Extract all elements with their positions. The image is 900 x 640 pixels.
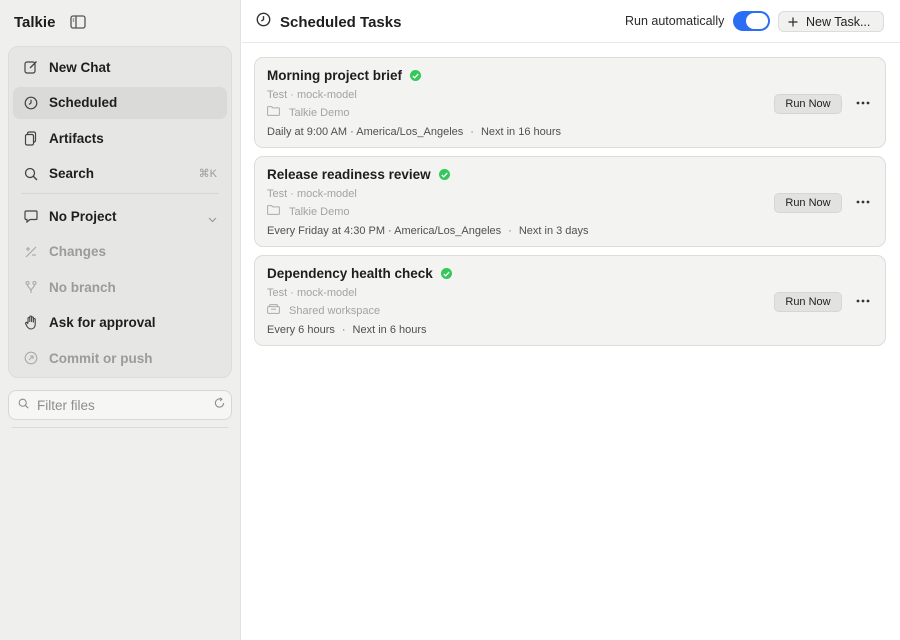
status-check-icon (440, 268, 452, 279)
new-task-button[interactable]: New Task... (778, 11, 884, 32)
clock-icon (256, 12, 271, 32)
workspace-name: Talkie Demo (289, 106, 350, 119)
workspace-name: Talkie Demo (289, 205, 350, 218)
sidebar-item-commit[interactable]: Commit or push (13, 342, 227, 374)
sidebar-item-label: Changes (49, 244, 107, 259)
task-card: Dependency health check Test · mock-mode… (254, 255, 886, 346)
sidebar-item-search[interactable]: Search ⌘K (13, 158, 227, 190)
next-run: Next in 16 hours (480, 126, 562, 138)
task-title: Morning project brief (267, 68, 402, 83)
run-automatically-toggle[interactable] (733, 11, 771, 31)
toggle-knob (746, 13, 769, 29)
task-workspace: Shared workspace (267, 304, 380, 317)
chevron-down-icon (208, 211, 217, 226)
sidebar-item-project[interactable]: No Project (13, 200, 227, 232)
sidebar-item-label: No branch (49, 279, 116, 295)
task-title: Release readiness review (267, 167, 431, 182)
sidebar-item-scheduled[interactable]: Scheduled (13, 86, 227, 119)
status-check-icon (410, 70, 421, 81)
sidebar-header: Talkie (14, 12, 87, 32)
sidebar-item-changes[interactable]: Changes (13, 236, 227, 268)
filter-files-input[interactable] (37, 397, 214, 413)
folder-icon (267, 205, 280, 218)
menu-divider (21, 193, 219, 194)
filter-files-field (8, 390, 232, 420)
run-now-button[interactable]: Run Now (774, 292, 842, 312)
plus-icon (788, 17, 798, 27)
task-schedule: Every Friday at 4:30 PM · America/Los_An… (267, 225, 589, 237)
sidebar-item-artifacts[interactable]: Artifacts (13, 122, 227, 154)
next-run: Next in 3 days (518, 225, 589, 237)
sidebar-item-approval[interactable]: Ask for approval (13, 307, 227, 339)
sidebar-item-new-chat[interactable]: New Chat (13, 51, 227, 83)
sidebar-toggle-icon[interactable] (70, 15, 87, 29)
documents-icon (23, 130, 39, 146)
sidebar-item-label: Scheduled (49, 95, 118, 110)
search-icon (23, 166, 39, 182)
sidebar-item-label: Ask for approval (49, 315, 156, 330)
diff-icon (23, 244, 39, 260)
run-automatically-control: Run automatically (625, 11, 771, 31)
task-schedule: Daily at 9:00 AM · America/Los_Angeles · N… (267, 126, 561, 138)
task-title: Dependency health check (267, 266, 433, 281)
more-options-icon[interactable] (855, 96, 871, 110)
task-workspace: Talkie Demo (267, 106, 350, 119)
branch-icon (23, 279, 39, 295)
page-heading: Scheduled Tasks (256, 12, 401, 32)
sidebar-item-branch[interactable]: No branch (13, 271, 227, 303)
task-meta: Test · mock-model (267, 89, 357, 101)
run-now-button[interactable]: Run Now (774, 193, 842, 213)
divider (12, 427, 228, 428)
sidebar-item-label: Search (49, 166, 95, 181)
task-meta: Test · mock-model (267, 287, 357, 299)
search-icon (18, 396, 29, 414)
task-workspace: Talkie Demo (267, 205, 350, 218)
sidebar-item-label: New Chat (49, 59, 111, 75)
task-title-row: Dependency health check (267, 266, 452, 281)
task-title-row: Morning project brief (267, 68, 421, 83)
page-title: Scheduled Tasks (280, 13, 402, 31)
schedule-text: Every Friday at 4:30 PM · America/Los_An… (267, 225, 502, 237)
more-options-icon[interactable] (855, 294, 871, 308)
task-card: Morning project brief Test · mock-model … (254, 57, 886, 148)
sidebar: Talkie New Chat Scheduled Artifacts Sear… (0, 0, 241, 640)
refresh-icon[interactable] (214, 396, 225, 414)
new-task-label: New Task... (806, 14, 871, 29)
task-meta: Test · mock-model (267, 188, 357, 200)
task-schedule: Every 6 hours · Next in 6 hours (267, 324, 427, 336)
separator: · (341, 324, 346, 336)
next-run: Next in 6 hours (352, 324, 427, 336)
clock-icon (23, 95, 39, 111)
sidebar-menu: New Chat Scheduled Artifacts Search ⌘K N… (8, 46, 232, 378)
separator: · (470, 126, 474, 138)
workspace-name: Shared workspace (289, 304, 381, 317)
schedule-text: Every 6 hours (267, 324, 335, 336)
run-now-button[interactable]: Run Now (774, 94, 842, 114)
separator: · (508, 225, 512, 237)
task-title-row: Release readiness review (267, 167, 450, 182)
sidebar-item-label: No Project (49, 208, 117, 224)
schedule-text: Daily at 9:00 AM · America/Los_Angeles (267, 126, 464, 138)
chat-bubble-icon (23, 208, 39, 224)
shortcut-hint: ⌘K (198, 168, 217, 180)
status-check-icon (438, 169, 450, 180)
folder-icon (267, 106, 280, 119)
main-panel: Scheduled Tasks Run automatically New Ta… (242, 0, 900, 640)
commit-icon (23, 350, 39, 366)
hand-icon (23, 315, 39, 331)
task-card: Release readiness review Test · mock-mod… (254, 156, 886, 247)
sidebar-item-label: Artifacts (49, 130, 104, 146)
sidebar-item-label: Commit or push (49, 350, 153, 366)
compose-icon (23, 59, 39, 75)
topbar: Scheduled Tasks Run automatically New Ta… (242, 0, 900, 43)
app-title: Talkie (14, 13, 56, 31)
more-options-icon[interactable] (855, 195, 871, 209)
drawer-icon (267, 304, 280, 317)
run-automatically-label: Run automatically (625, 14, 725, 28)
